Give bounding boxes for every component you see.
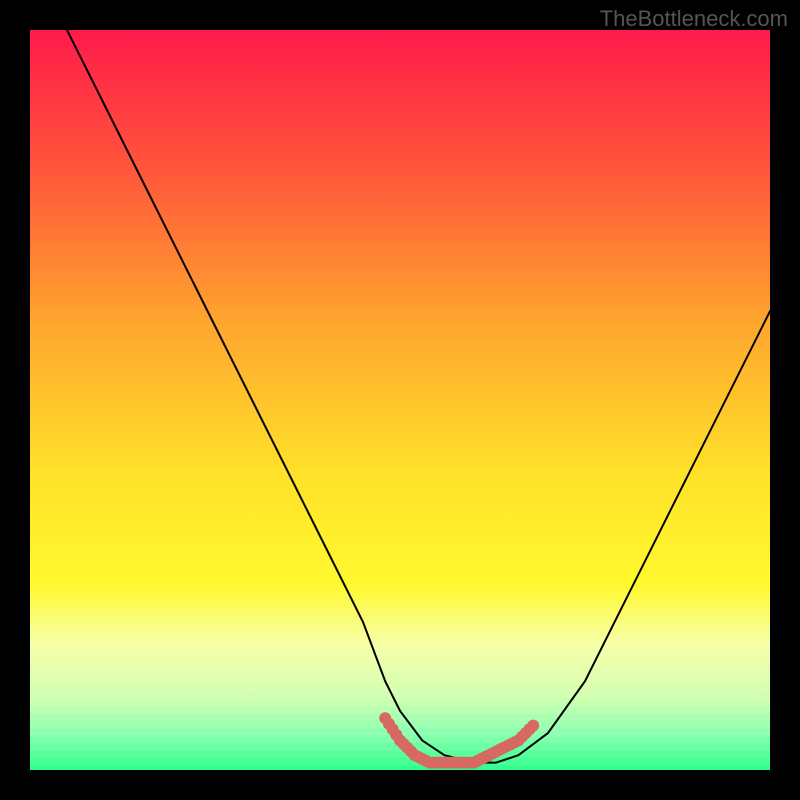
plot-area [30,30,770,770]
gradient-background [30,30,770,770]
chart-svg [30,30,770,770]
chart-frame: TheBottleneck.com [0,0,800,800]
watermark-text: TheBottleneck.com [600,6,788,32]
